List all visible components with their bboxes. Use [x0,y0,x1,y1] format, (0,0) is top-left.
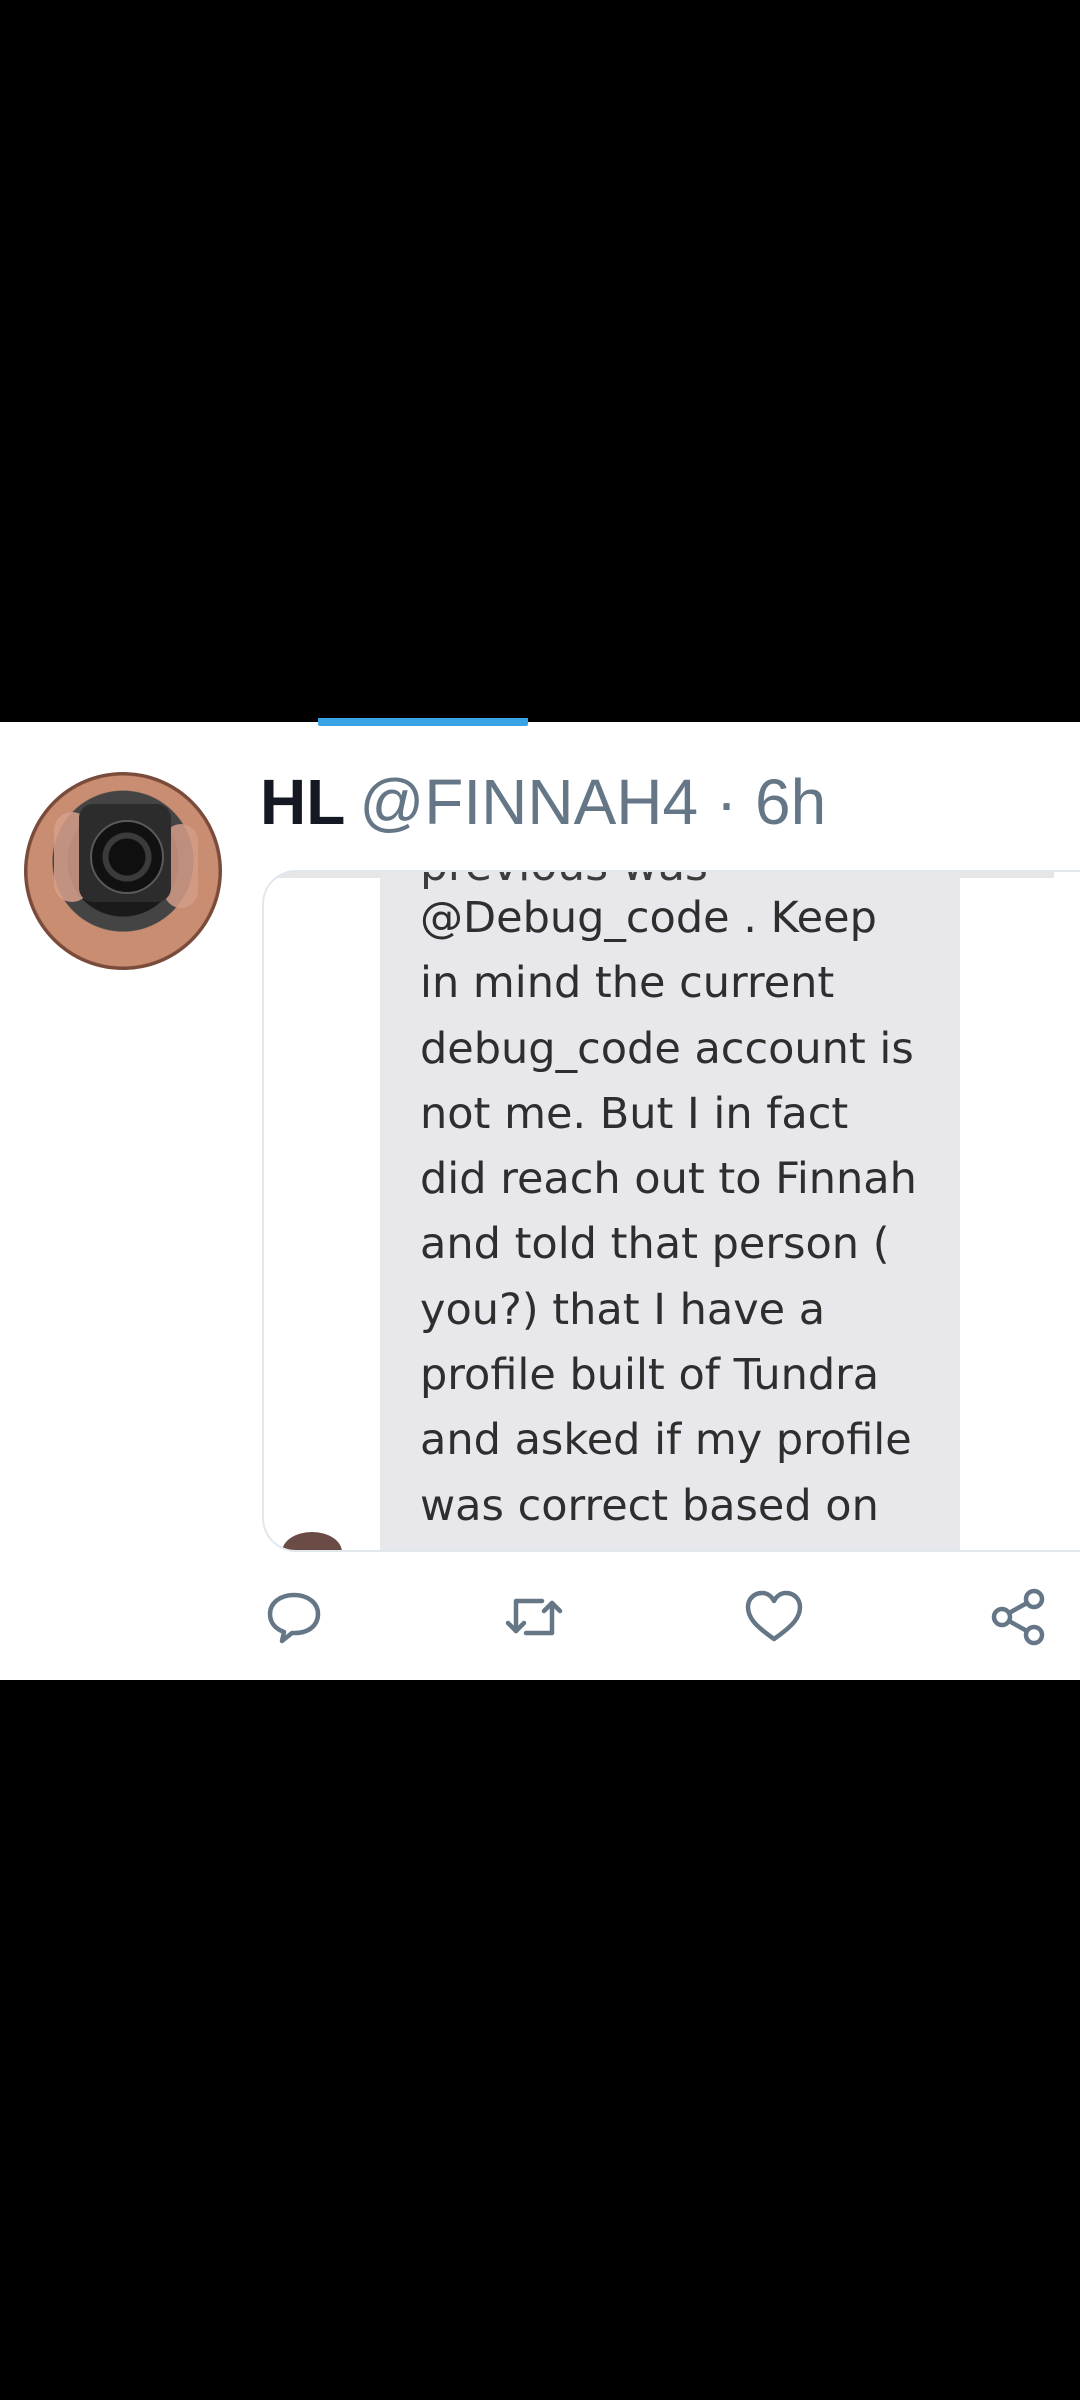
media-avatar-fragment [282,1532,342,1550]
media-line: in mind the current [420,958,835,1009]
reply-icon [267,1592,321,1644]
scroll-indicator [318,718,528,726]
like-icon [745,1590,803,1642]
media-line: was correct based on [420,1480,879,1531]
share-icon [991,1588,1045,1646]
display-name[interactable]: HL [260,765,345,839]
tweet-media-image[interactable]: previous was @Debug_code . Keep in mind … [262,870,1080,1552]
retweet-button[interactable] [502,1585,566,1649]
share-button[interactable] [986,1585,1050,1649]
like-button[interactable] [742,1585,806,1649]
tweet-header: HL @FINNAH4 · 6h [260,765,826,838]
handle-and-time[interactable]: @FINNAH4 · 6h [359,765,826,839]
media-line: did reach out to Finnah [420,1154,917,1205]
media-line: @Debug_code . Keep [420,893,877,943]
avatar-lens [90,820,164,894]
tweet-actions [262,1585,1080,1665]
avatar[interactable] [24,772,222,970]
media-line: profile built of Tundra [420,1350,880,1401]
media-line: and told that person ( [420,1219,890,1270]
media-line: debug_code account is [420,1023,914,1074]
media-line: you?) that I have a [420,1284,826,1335]
media-screenshot-text-area: previous was @Debug_code . Keep in mind … [380,872,960,1550]
media-text: @Debug_code . Keep in mind the current d… [420,886,960,1539]
retweet-icon [505,1598,563,1636]
media-line: and asked if my profile [420,1415,912,1466]
reply-button[interactable] [262,1585,326,1649]
media-line: not me. But I in fact [420,1088,849,1139]
